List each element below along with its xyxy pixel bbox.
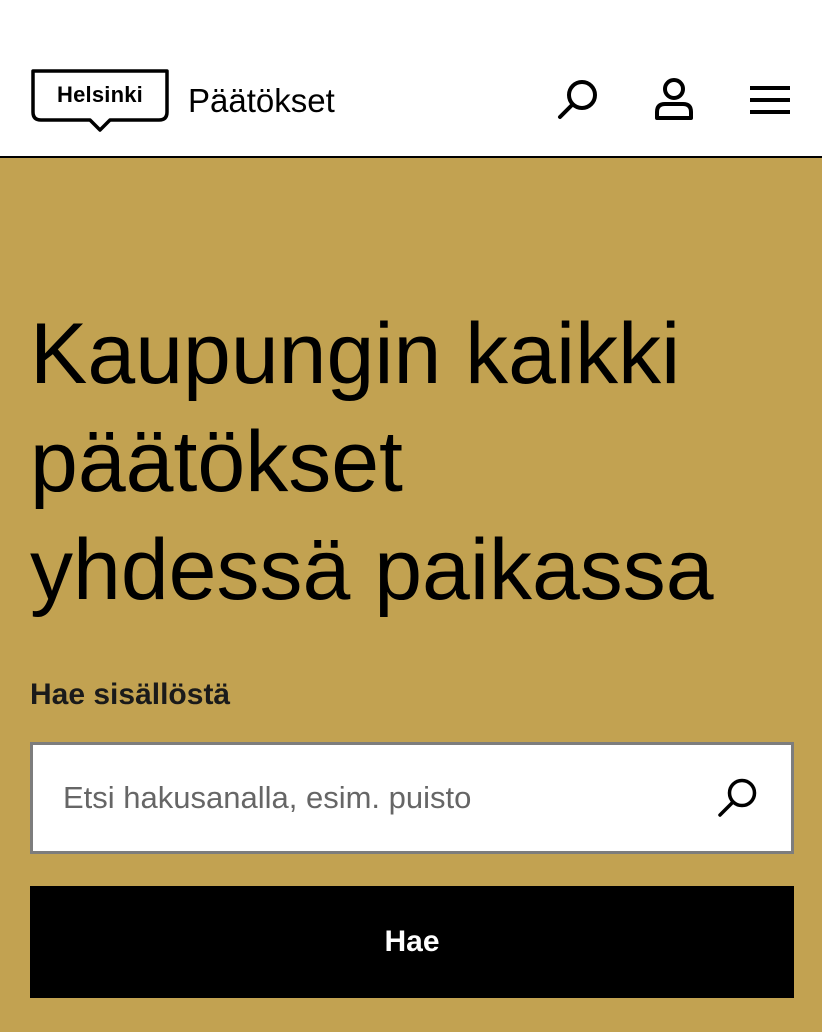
user-icon[interactable]: [650, 76, 698, 124]
search-input[interactable]: [33, 745, 693, 851]
title-line: päätökset: [30, 414, 403, 510]
helsinki-logo[interactable]: Helsinki: [30, 68, 170, 132]
search-icon[interactable]: [554, 76, 602, 124]
hero-section: Kaupungin kaikki päätökset yhdessä paika…: [0, 158, 822, 1032]
search-submit-button[interactable]: Hae: [30, 886, 794, 998]
search-icon[interactable]: [715, 775, 761, 821]
title-line: yhdessä paikassa: [30, 522, 714, 618]
page-title: Kaupungin kaikki päätökset yhdessä paika…: [30, 300, 800, 624]
site-header: Helsinki Päätökset: [0, 0, 822, 158]
logo-text: Helsinki: [57, 82, 143, 107]
search-box: [30, 742, 794, 854]
menu-icon[interactable]: [746, 76, 794, 124]
search-label: Hae sisällöstä: [30, 678, 231, 711]
title-line: Kaupungin kaikki: [30, 306, 681, 402]
site-name[interactable]: Päätökset: [188, 82, 335, 120]
